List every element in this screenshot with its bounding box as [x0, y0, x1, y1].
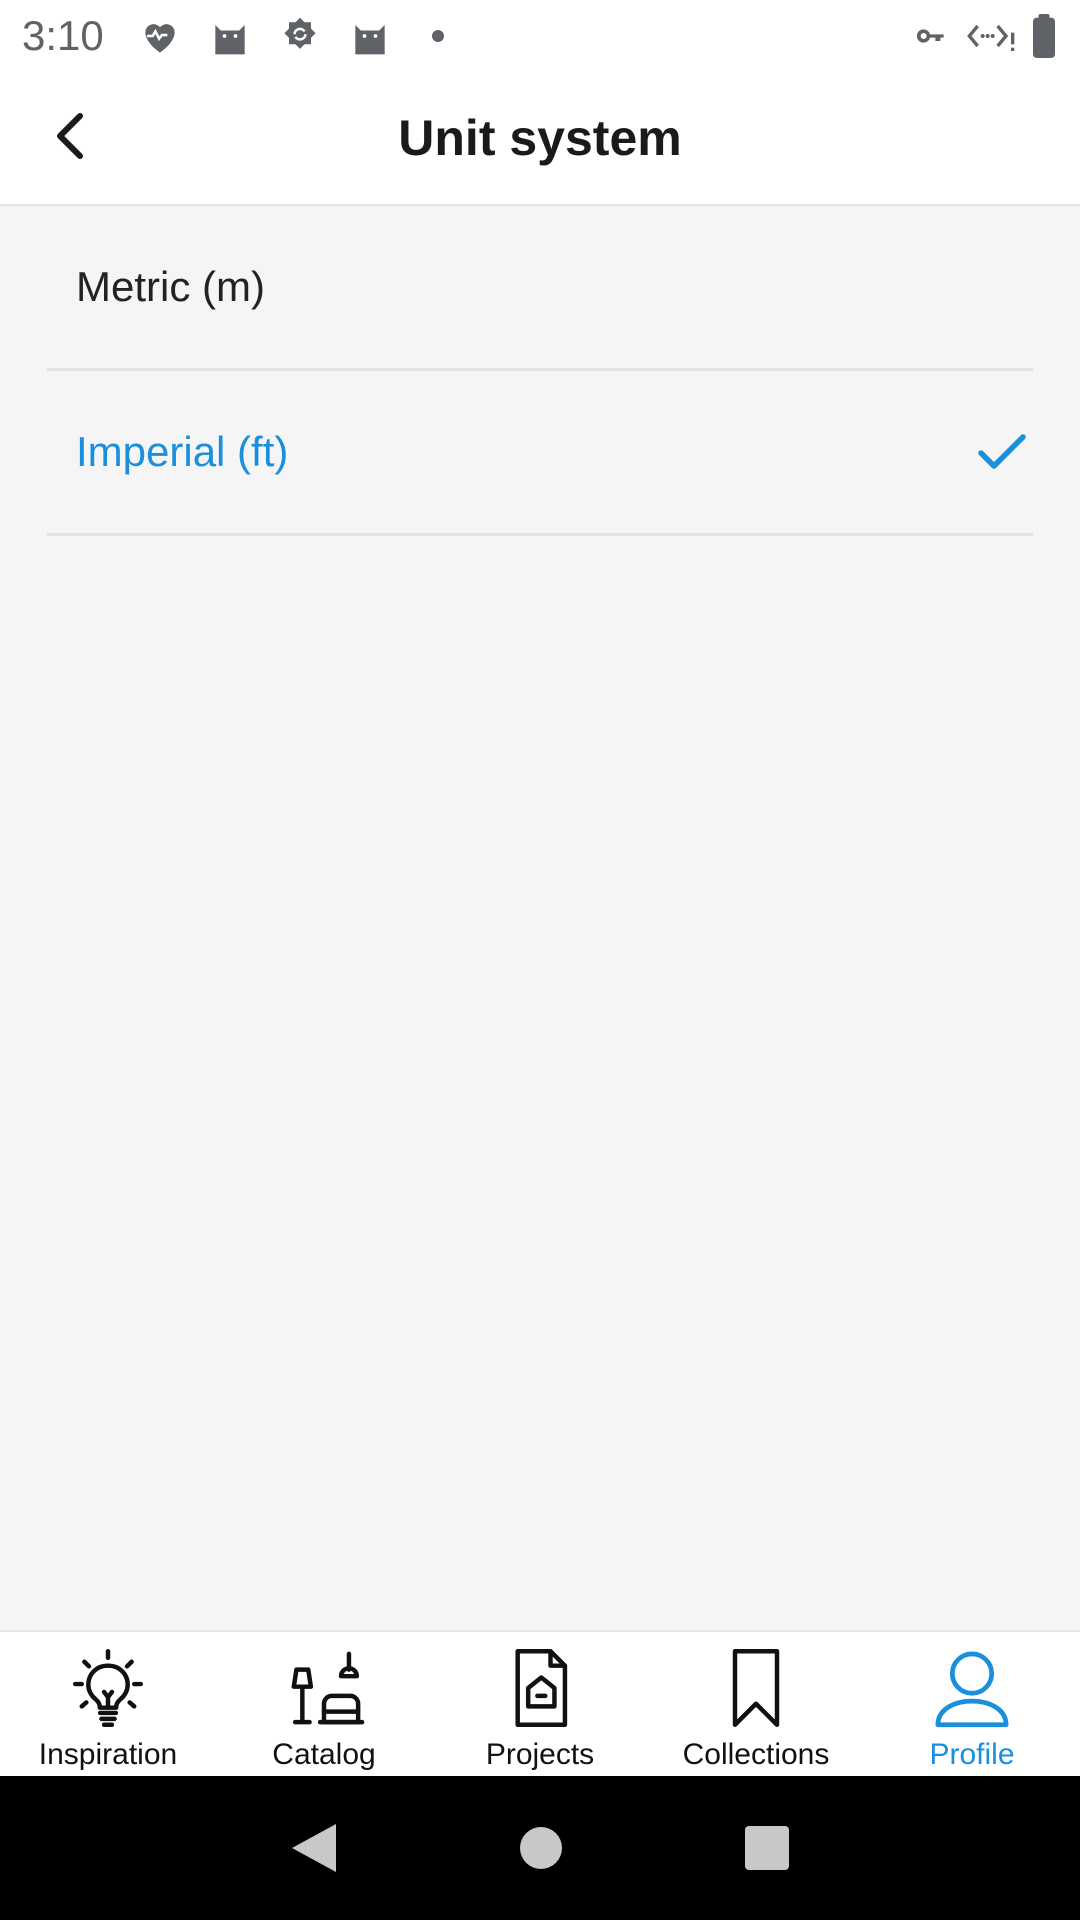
chevron-left-icon	[57, 113, 83, 159]
system-nav-bar	[0, 1776, 1080, 1920]
furniture-icon	[291, 1651, 365, 1725]
nav-item-profile[interactable]: Profile	[864, 1632, 1080, 1776]
status-bar: 3:10	[0, 0, 1080, 72]
check-icon	[978, 434, 1026, 469]
screen: 3:10 Unit system Metric (m) Imperial (ft…	[0, 0, 1080, 1920]
cat-icon	[355, 25, 385, 55]
bookmark-icon	[732, 1649, 780, 1727]
option-imperial[interactable]: Imperial (ft)	[47, 371, 1033, 536]
nav-item-projects[interactable]: Projects	[432, 1632, 648, 1776]
unit-options-list: Metric (m) Imperial (ft)	[0, 206, 1080, 536]
system-home-button[interactable]	[518, 1825, 564, 1871]
lightbulb-icon	[72, 1649, 144, 1727]
nav-label: Collections	[682, 1738, 830, 1771]
nav-label: Inspiration	[38, 1738, 178, 1771]
vpn-key-icon	[916, 29, 944, 43]
recents-square-icon	[745, 1826, 789, 1870]
status-icons-left	[138, 14, 444, 58]
option-label: Imperial (ft)	[76, 428, 289, 475]
status-time: 3:10	[22, 12, 104, 59]
notification-dot-icon	[431, 30, 444, 42]
battery-icon	[1033, 14, 1055, 58]
nav-label: Profile	[929, 1738, 1015, 1771]
back-triangle-icon	[292, 1824, 336, 1872]
nav-label: Projects	[485, 1738, 595, 1771]
status-icons-right	[912, 14, 1058, 58]
nav-item-collections[interactable]: Collections	[648, 1632, 864, 1776]
option-label: Metric (m)	[76, 263, 265, 310]
person-icon	[935, 1651, 1009, 1728]
sync-badge-icon	[284, 17, 316, 49]
heart-pulse-icon	[145, 24, 175, 53]
data-saver-icon	[967, 24, 1015, 51]
system-back-button[interactable]	[290, 1822, 338, 1874]
option-metric[interactable]: Metric (m)	[47, 206, 1033, 371]
nav-item-catalog[interactable]: Catalog	[216, 1632, 432, 1776]
app-bar: Unit system	[0, 72, 1080, 206]
bottom-nav: Inspiration Catalog Projects Collections…	[0, 1630, 1080, 1776]
nav-item-inspiration[interactable]: Inspiration	[0, 1632, 216, 1776]
cat-icon	[215, 25, 245, 55]
back-button[interactable]	[30, 96, 110, 176]
project-file-icon	[515, 1649, 568, 1727]
nav-label: Catalog	[272, 1738, 376, 1771]
system-recents-button[interactable]	[744, 1825, 790, 1871]
home-circle-icon	[520, 1827, 562, 1869]
page-title: Unit system	[398, 110, 682, 166]
